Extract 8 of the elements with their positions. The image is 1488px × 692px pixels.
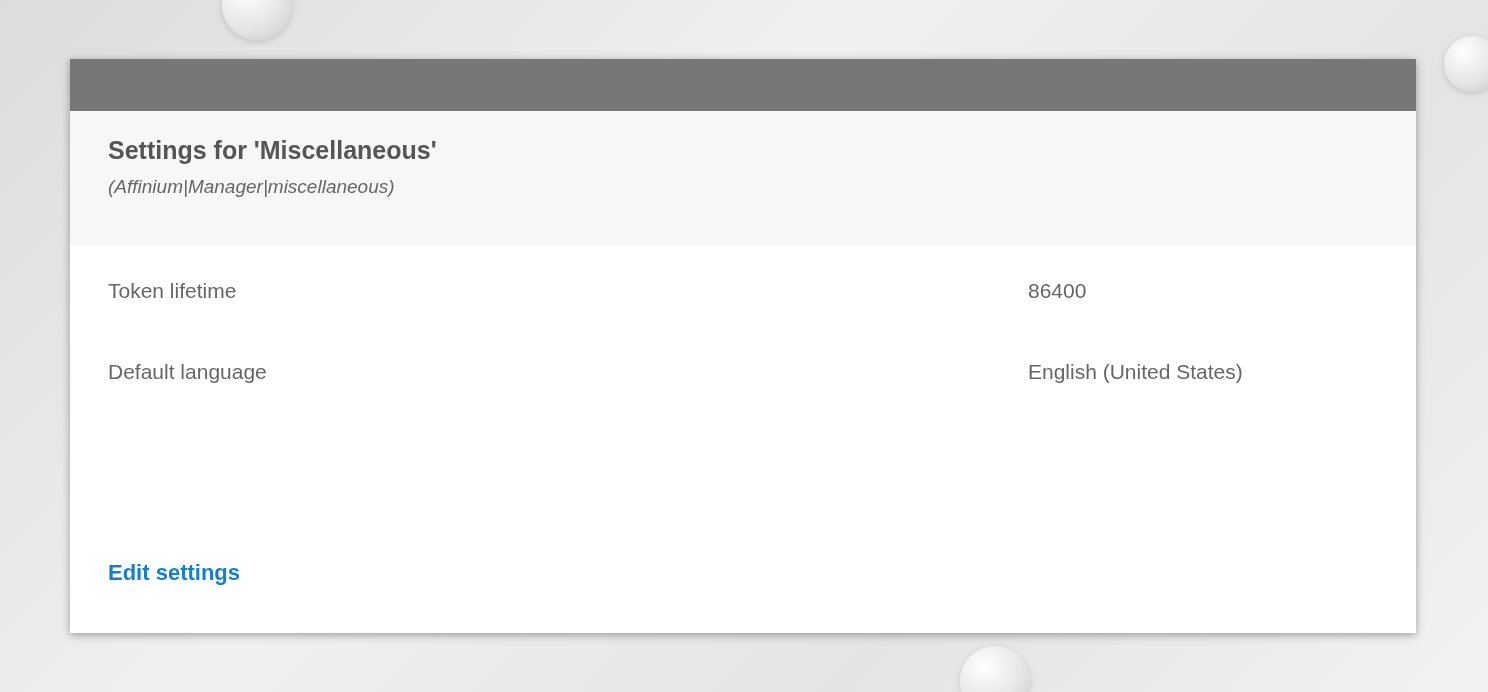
setting-label: Default language [108,359,268,385]
panel-title: Settings for 'Miscellaneous' [108,135,438,165]
setting-label: Token lifetime [108,278,238,304]
sphere-decoration [1444,36,1488,92]
panel-subtitle: (Affinium|Manager|miscellaneous) [108,175,396,199]
setting-value: English (United States) [1028,359,1243,385]
setting-value: 86400 [1028,278,1087,304]
edit-settings-link[interactable]: Edit settings [108,556,240,589]
